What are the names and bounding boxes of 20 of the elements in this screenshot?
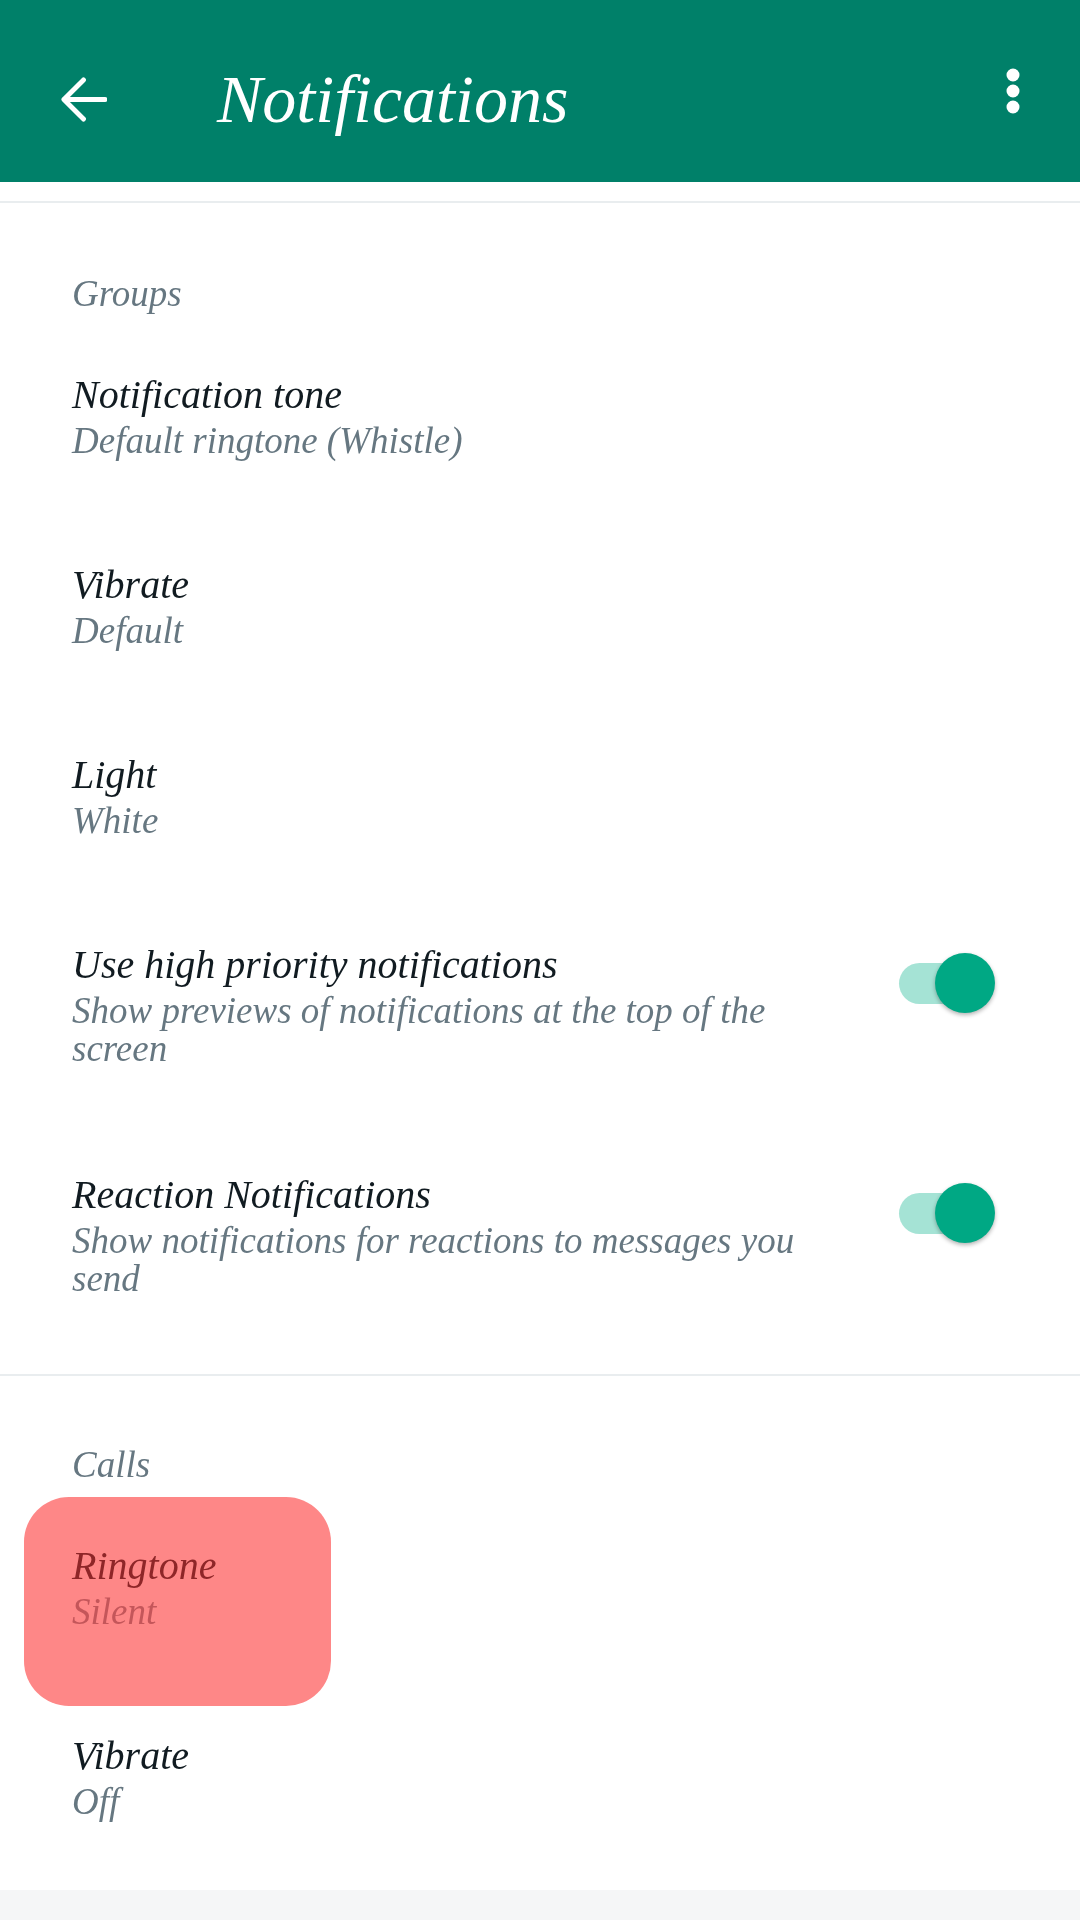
- setting-title[interactable]: Vibrate: [72, 1733, 189, 1779]
- setting-title[interactable]: Use high priority notifications: [72, 942, 558, 988]
- setting-value: Show previews of notifications at the top of the screen: [72, 992, 767, 1068]
- setting-value: Default ringtone (Whistle): [72, 422, 463, 460]
- more-options-icon[interactable]: [1006, 68, 1020, 114]
- section-header: Groups: [72, 275, 182, 313]
- setting-value: Silent: [72, 1593, 157, 1631]
- setting-value: Default: [72, 612, 183, 650]
- setting-value: Show notifications for reactions to messages you send: [72, 1222, 796, 1298]
- setting-title[interactable]: Reaction Notifications: [72, 1172, 431, 1218]
- setting-title[interactable]: Vibrate: [72, 562, 189, 608]
- setting-title[interactable]: Ringtone: [72, 1543, 217, 1589]
- toggle-switch[interactable]: [899, 1183, 995, 1243]
- back-arrow-icon[interactable]: [60, 75, 107, 123]
- screen-title: Notifications: [217, 61, 569, 137]
- section-header: Calls: [72, 1446, 151, 1484]
- setting-title[interactable]: Light: [72, 752, 157, 798]
- setting-title[interactable]: Notification tone: [72, 372, 342, 418]
- toggle-switch[interactable]: [899, 953, 995, 1013]
- setting-value: White: [72, 802, 159, 840]
